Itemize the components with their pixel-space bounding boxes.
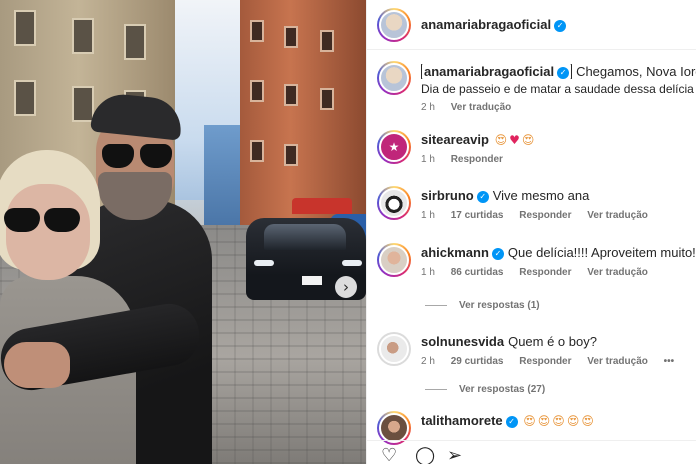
replies-line <box>425 304 447 306</box>
comment-text: Que delícia!!!! Aproveitem muito!!!! <box>507 245 696 260</box>
view-replies-label: Ver respostas (1) <box>459 300 540 311</box>
verified-icon: ✓ <box>557 67 570 79</box>
post-actions-bar: ♡ ◯ ➢ <box>367 440 696 464</box>
heart-eyes-emoji: 😍 <box>523 414 536 428</box>
caption-avatar[interactable] <box>377 61 411 95</box>
building-right <box>240 0 366 230</box>
author-avatar[interactable] <box>377 8 411 42</box>
comment-time: 2 h <box>421 356 435 367</box>
commenter-avatar[interactable]: ★ <box>377 130 411 164</box>
caption-text: Chegamos, Nova Iorque <box>576 64 696 79</box>
heart-eyes-emoji: 😍 <box>521 133 535 147</box>
verified-icon: ✓ <box>476 191 489 203</box>
reply-link[interactable]: Responder <box>451 154 503 165</box>
awning <box>292 198 352 214</box>
comment-username[interactable]: sirbruno <box>421 188 474 203</box>
reply-link[interactable]: Responder <box>519 267 571 278</box>
comment-username[interactable]: ahickmann <box>421 245 489 260</box>
like-heart-icon[interactable]: ♡ <box>381 447 397 464</box>
translate-link[interactable]: Ver tradução <box>587 210 648 221</box>
hand <box>4 342 70 388</box>
likes-count[interactable]: 17 curtidas <box>451 210 504 221</box>
caption-time: 2 h <box>421 102 435 113</box>
heart-eyes-emoji: 😍 <box>552 414 565 428</box>
likes-count[interactable]: 86 curtidas <box>451 267 504 278</box>
comment-username[interactable]: siteareavip <box>421 132 489 147</box>
reply-link[interactable]: Responder <box>519 210 571 221</box>
chevron-right-icon: › <box>343 278 349 296</box>
likes-count[interactable]: 29 curtidas <box>451 356 504 367</box>
comment-text: Vive mesmo ana <box>492 188 590 203</box>
caption-translate-link[interactable]: Ver tradução <box>451 102 512 113</box>
post-header: anamariabragaoficial ✓ <box>367 0 696 50</box>
commenter-avatar[interactable] <box>377 332 411 366</box>
heart-eyes-emoji: 😍 <box>494 133 508 147</box>
replies-line <box>425 388 447 390</box>
comment-username[interactable]: solnunesvida <box>421 334 504 349</box>
comment-bubble-icon[interactable]: ◯ <box>415 447 435 464</box>
translate-link[interactable]: Ver tradução <box>587 356 648 367</box>
verified-icon: ✓ <box>505 416 518 428</box>
author-username[interactable]: anamariabragaoficial <box>421 17 551 32</box>
reply-link[interactable]: Responder <box>519 356 571 367</box>
verified-icon: ✓ <box>554 20 567 32</box>
next-photo-button[interactable]: › <box>335 276 357 298</box>
caption-username[interactable]: anamariabragaoficial <box>424 64 554 79</box>
heart-eyes-emoji: 😍 <box>566 414 580 428</box>
commenter-avatar[interactable] <box>377 186 411 220</box>
heart-emoji: ♥ <box>509 133 520 147</box>
more-options-icon[interactable]: ••• <box>664 356 675 367</box>
comment-time: 1 h <box>421 210 435 221</box>
caption-line-2: Dia de passeio e de matar a saudade dess… <box>421 82 696 96</box>
comment-username[interactable]: talithamorete <box>421 413 503 428</box>
post-photo[interactable]: › <box>0 0 366 464</box>
share-send-icon[interactable]: ➢ <box>447 447 462 464</box>
heart-eyes-emoji: 😍 <box>581 414 594 428</box>
verified-icon: ✓ <box>491 248 504 260</box>
comment-time: 1 h <box>421 267 435 278</box>
view-replies-button[interactable]: Ver respostas (27) <box>425 384 545 395</box>
comment-time: 1 h <box>421 154 435 165</box>
view-replies-button[interactable]: Ver respostas (1) <box>425 300 540 311</box>
heart-eyes-emoji: 😍 <box>537 414 551 428</box>
view-replies-label: Ver respostas (27) <box>459 384 546 395</box>
comments-pane: anamariabragaoficial ✓ anamariabragaofici… <box>366 0 696 464</box>
commenter-avatar[interactable] <box>377 243 411 277</box>
skyscraper <box>204 125 240 225</box>
comment-text: Quem é o boy? <box>508 334 597 349</box>
translate-link[interactable]: Ver tradução <box>587 267 648 278</box>
man-sunglasses <box>100 144 174 170</box>
woman-sunglasses <box>2 208 82 234</box>
